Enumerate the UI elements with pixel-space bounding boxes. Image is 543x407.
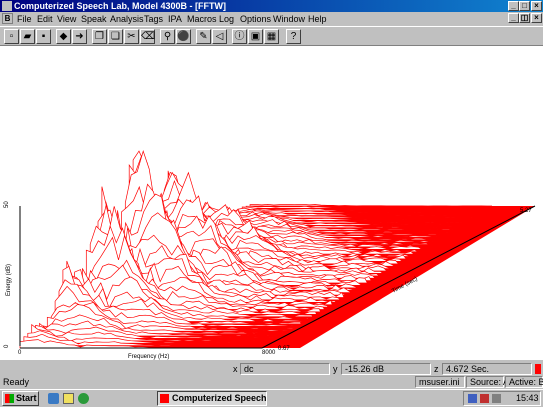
title-bar: Computerized Speech Lab, Model 4300B - [… [0, 0, 543, 12]
waterfall-plot[interactable]: Energy (dB) 50 0 0 Frequency (Hz) 8000 0… [0, 46, 543, 360]
windows-logo-icon [5, 394, 14, 403]
x-max-time-label: 0.67 [278, 346, 290, 352]
active-field: Active: B [505, 376, 543, 388]
record-icon[interactable]: ⚲ [160, 29, 175, 44]
new-icon[interactable]: ▫ [4, 29, 19, 44]
document-system-icon[interactable]: B [2, 13, 13, 24]
x-max-label: 8000 [262, 350, 276, 356]
window-title: Computerized Speech Lab, Model 4300B - [… [14, 1, 227, 11]
taskbar-app-button[interactable]: Computerized Speech... [157, 391, 267, 406]
readout-bar: x dc y -15.26 dB z 4.672 Sec. [0, 362, 543, 376]
erase-icon[interactable]: ⌫ [140, 29, 155, 44]
clock: 15:43 [516, 393, 539, 403]
child-minimize-button[interactable]: _ [508, 13, 519, 23]
taskbar-app-label: Computerized Speech... [172, 393, 267, 403]
menu-window[interactable]: Window [273, 13, 305, 25]
help-icon[interactable]: ? [286, 29, 301, 44]
source-field: Source: A [466, 376, 509, 388]
copy-icon[interactable]: ❐ [92, 29, 107, 44]
pen-icon[interactable]: ✎ [196, 29, 211, 44]
menu-file[interactable]: File [17, 13, 32, 25]
spectrum-traces [19, 150, 492, 349]
z-readout-label: z [434, 364, 439, 374]
menu-edit[interactable]: Edit [37, 13, 53, 25]
info-icon[interactable]: ⓘ [232, 29, 247, 44]
red-indicator [535, 364, 541, 374]
grid-icon[interactable]: ▦ [264, 29, 279, 44]
menu-view[interactable]: View [57, 13, 76, 25]
waterfall-svg: Energy (dB) 50 0 0 Frequency (Hz) 8000 0… [4, 150, 536, 360]
child-close-button[interactable]: × [531, 13, 542, 23]
spectrum-trace [249, 203, 492, 207]
y-max-label: 50 [4, 201, 10, 208]
close-button[interactable]: × [531, 1, 542, 11]
x-axis-label: Frequency (Hz) [128, 354, 169, 360]
taskbar: Start Computerized Speech... 15:43 [0, 389, 543, 407]
x-min-label: 0 [18, 350, 22, 356]
start-button[interactable]: Start [2, 391, 39, 406]
menu-macros[interactable]: Macros [187, 13, 217, 25]
status-text: Ready [3, 377, 30, 387]
save-icon[interactable]: ▪ [36, 29, 51, 44]
minimize-button[interactable]: _ [508, 1, 519, 11]
frame-icon[interactable]: ▣ [248, 29, 263, 44]
quicklaunch-folder-icon[interactable] [63, 393, 74, 404]
y-min-label: 0 [4, 344, 10, 348]
ini-file-field: msuser.ini [415, 376, 465, 388]
tray-monitor-icon[interactable] [492, 394, 501, 403]
quicklaunch-outlook-icon[interactable] [78, 393, 89, 404]
menu-log[interactable]: Log [219, 13, 234, 25]
paste-icon[interactable]: ❏ [108, 29, 123, 44]
menu-tags[interactable]: Tags [144, 13, 163, 25]
quicklaunch-ie-icon[interactable] [48, 393, 59, 404]
app-task-icon [160, 394, 169, 403]
x-readout-field: dc [240, 363, 330, 375]
menu-bar: B File Edit View Speak Analysis Tags IPA… [0, 12, 543, 26]
y-axis-label: Energy (dB) [6, 264, 12, 296]
play-icon[interactable]: ⚫ [176, 29, 191, 44]
toolbar: ▫ ▰ ▪ ◆ ➜ ❐ ❏ ✂ ⌫ ⚲ ⚫ ✎ ◁ ⓘ ▣ ▦ ? [0, 26, 543, 46]
y-readout-field: -15.26 dB [341, 363, 431, 375]
maximize-button[interactable]: □ [519, 1, 530, 11]
cut-icon[interactable]: ✂ [124, 29, 139, 44]
menu-analysis[interactable]: Analysis [110, 13, 144, 25]
status-bar: Ready msuser.ini Source: A Active: B [0, 376, 543, 389]
menu-help[interactable]: Help [308, 13, 327, 25]
forward-arrow-icon[interactable]: ➜ [72, 29, 87, 44]
z-readout-field: 4.672 Sec. [442, 363, 532, 375]
z-max-label: 5.27 [520, 208, 532, 214]
child-restore-button[interactable]: ◫ [519, 13, 530, 23]
x-readout-label: x [233, 364, 238, 374]
menu-ipa[interactable]: IPA [168, 13, 182, 25]
system-tray: 15:43 [463, 391, 541, 406]
menu-options[interactable]: Options [240, 13, 271, 25]
app-icon [2, 1, 12, 11]
menu-speak[interactable]: Speak [81, 13, 107, 25]
tray-network-icon[interactable] [468, 394, 477, 403]
start-label: Start [16, 393, 37, 403]
speaker-icon[interactable]: ◁ [212, 29, 227, 44]
back-arrow-icon[interactable]: ◆ [56, 29, 71, 44]
y-readout-label: y [333, 364, 338, 374]
open-icon[interactable]: ▰ [20, 29, 35, 44]
tray-volume-icon[interactable] [480, 394, 489, 403]
